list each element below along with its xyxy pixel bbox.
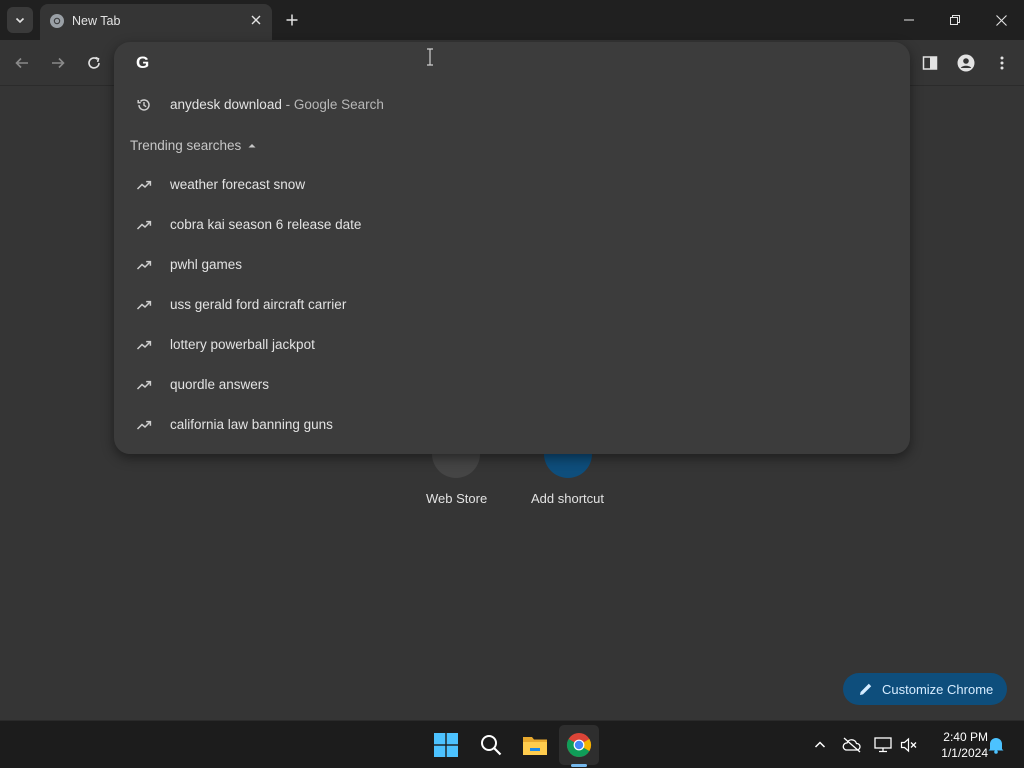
tab-title: New Tab [72,14,121,28]
chevron-down-icon [15,17,25,24]
suggestion-trending-item[interactable]: cobra kai season 6 release date [114,205,910,245]
trending-up-icon [136,180,152,190]
close-window-button[interactable] [978,0,1024,40]
reload-button[interactable] [81,50,107,76]
profile-button[interactable] [953,50,979,76]
new-tab-button[interactable] [282,10,302,30]
restore-icon [950,15,960,25]
menu-button[interactable] [989,50,1015,76]
restore-button[interactable] [932,0,978,40]
chrome-taskbar-button[interactable] [564,730,594,760]
file-explorer-button[interactable] [520,730,550,760]
suggestion-text: lottery powerball jackpot [170,337,315,352]
volume-tray-button[interactable] [899,735,919,755]
suggestion-trending-item[interactable]: pwhl games [114,245,910,285]
close-icon [251,15,261,25]
suggestion-text: uss gerald ford aircraft carrier [170,297,347,312]
suggestion-trending-item[interactable]: weather forecast snow [114,165,910,205]
chrome-icon [566,733,592,758]
side-panel-icon [922,56,938,70]
close-icon [995,14,1007,26]
start-button[interactable] [431,730,461,760]
tab-strip: New Tab [0,0,1024,40]
taskbar: 2:40 PM 1/1/2024 [0,720,1024,768]
back-button[interactable] [9,50,35,76]
trending-up-icon [136,260,152,270]
suggestion-text: weather forecast snow [170,177,306,192]
suggestion-query: anydesk download [170,97,282,112]
arrow-right-icon [52,57,65,69]
shortcut-label-add-shortcut[interactable]: Add shortcut [531,491,604,506]
trending-up-icon [136,300,152,310]
folder-icon [523,737,547,755]
forward-button[interactable] [45,50,71,76]
suggestion-suffix: - Google Search [285,97,384,112]
trending-up-icon [136,340,152,350]
clock-date: 1/1/2024 [941,746,988,760]
suggestion-text: cobra kai season 6 release date [170,217,362,232]
plus-icon [286,14,298,26]
show-hidden-icons-button[interactable] [810,735,830,755]
chrome-icon [50,14,64,28]
person-icon [957,54,975,72]
suggestion-text: pwhl games [170,257,243,272]
running-indicator [571,764,587,767]
pencil-icon [860,683,872,695]
tab-close-button[interactable] [248,12,264,28]
cloud-offline-icon [842,737,861,753]
suggestion-trending-item[interactable]: quordle answers [114,365,910,405]
google-g-icon: G [136,53,150,72]
suggestion-trending-item[interactable]: uss gerald ford aircraft carrier [114,285,910,325]
trending-up-icon [136,380,152,390]
bell-icon [988,738,1004,754]
trending-header-label: Trending searches [130,138,242,153]
search-icon [481,735,502,756]
tab-new-tab[interactable]: New Tab [40,4,272,40]
clock-time: 2:40 PM [943,730,988,744]
suggestion-history-item[interactable]: anydesk download - Google Search [114,85,910,125]
notifications-button[interactable] [986,735,1006,755]
trending-up-icon [136,420,152,430]
arrow-left-icon [15,57,28,69]
clock[interactable]: 2:40 PM 1/1/2024 [926,729,988,761]
taskbar-search-button[interactable] [476,730,506,760]
minimize-icon [904,19,914,21]
text-cursor-icon [427,48,433,66]
suggestion-text: anydesk download - Google Search [170,97,384,112]
suggestion-trending-item[interactable]: california law banning guns [114,405,910,445]
onedrive-tray-button[interactable] [842,735,862,755]
omnibox-dropdown: G anydesk download - Google Search Trend… [114,42,910,454]
windows-logo-icon [434,733,458,757]
trending-searches-header[interactable]: Trending searches [130,138,257,153]
suggestion-trending-item[interactable]: lottery powerball jackpot [114,325,910,365]
trending-up-icon [136,220,152,230]
suggestion-text: quordle answers [170,377,270,392]
tab-search-button[interactable] [7,7,33,33]
network-tray-button[interactable] [873,735,893,755]
kebab-menu-icon [1000,56,1004,70]
address-bar-input[interactable] [174,52,874,74]
volume-muted-icon [900,737,917,753]
chevron-up-icon [814,741,826,748]
suggestion-text: california law banning guns [170,417,333,432]
minimize-button[interactable] [886,0,932,40]
caret-up-icon [248,143,256,147]
network-icon [874,737,892,753]
customize-chrome-button[interactable]: Customize Chrome [843,673,1007,705]
history-icon [137,99,150,111]
reload-icon [88,56,100,69]
side-panel-button[interactable] [917,50,943,76]
customize-chrome-label: Customize Chrome [882,681,994,697]
shortcut-label-web-store[interactable]: Web Store [426,491,487,506]
